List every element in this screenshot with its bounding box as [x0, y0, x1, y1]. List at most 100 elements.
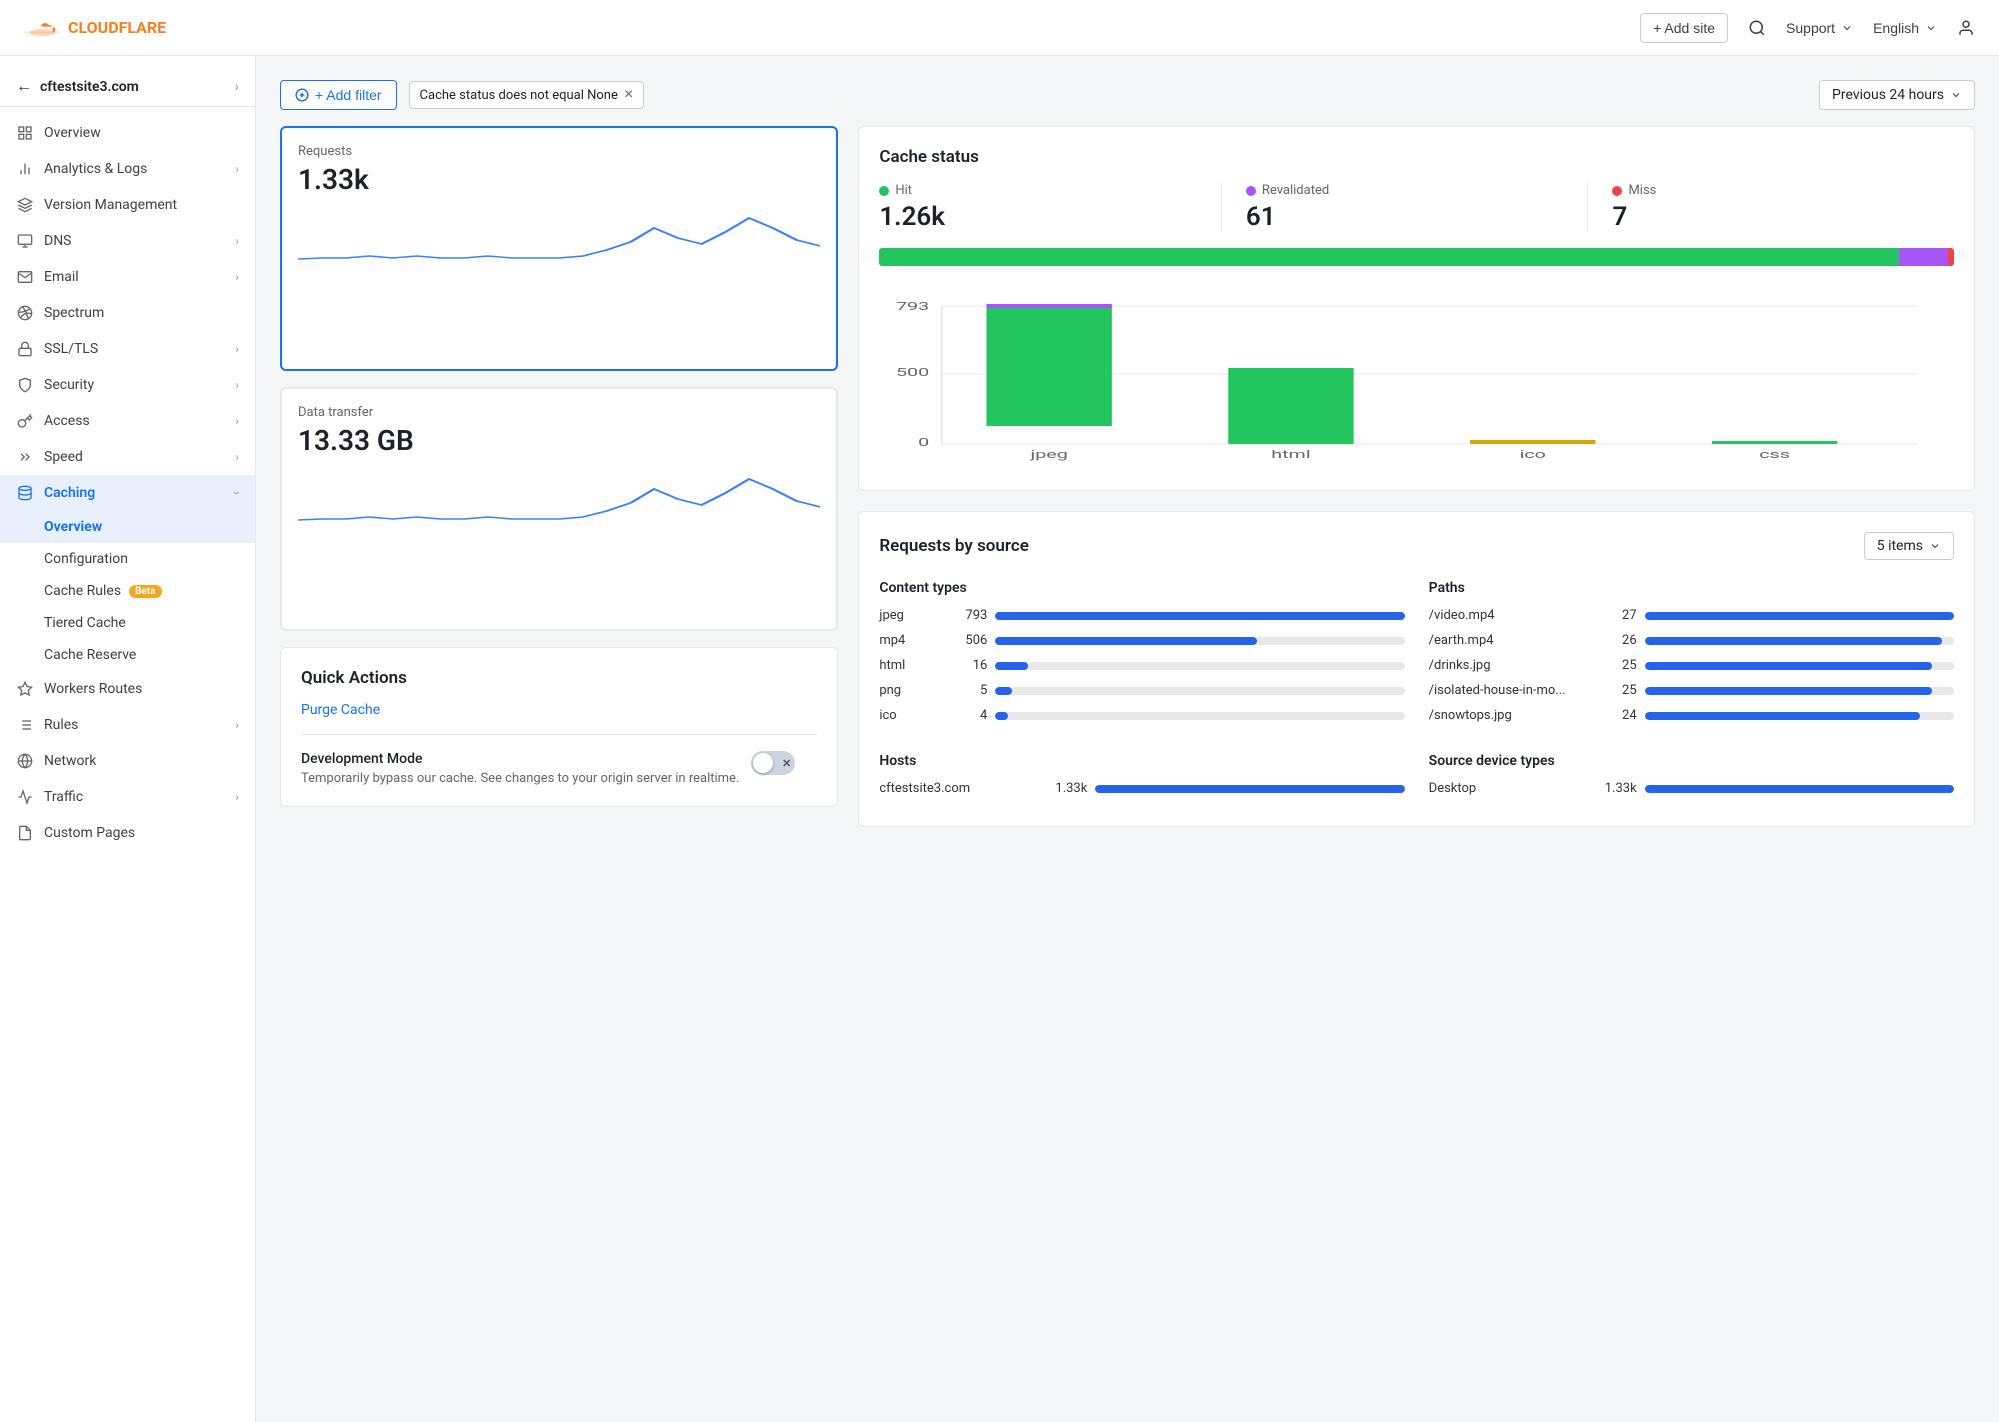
language-button[interactable]: English [1873, 20, 1937, 36]
sidebar-item-overview[interactable]: Overview [0, 115, 255, 151]
left-panel: Requests 1.33k Data transfer 13.33 GB [280, 126, 838, 827]
sidebar-item-speed[interactable]: Speed › [0, 439, 255, 475]
paths-title: Paths [1429, 580, 1954, 596]
purge-cache-link[interactable]: Purge Cache [301, 702, 817, 718]
sidebar-item-analytics[interactable]: Analytics & Logs › [0, 151, 255, 187]
transfer-value: 13.33 GB [298, 424, 820, 457]
chevron-down-icon: › [235, 378, 239, 392]
source-bar-bg [1645, 687, 1954, 695]
source-row: png 5 [879, 683, 1404, 698]
add-filter-button[interactable]: + Add filter [280, 80, 397, 110]
sidebar-site: ← cftestsite3.com › [0, 68, 255, 107]
sidebar-item-workers-routes[interactable]: Workers Routes [0, 671, 255, 707]
revalidated-value: 61 [1246, 202, 1564, 232]
cache-stacked-bar [879, 248, 1954, 266]
sidebar-sub-item-caching-overview[interactable]: Overview [0, 511, 255, 543]
chevron-down-icon: › [235, 270, 239, 284]
source-bar-fill [995, 712, 1007, 720]
sidebar-item-network[interactable]: Network [0, 743, 255, 779]
network-icon [16, 752, 34, 770]
sidebar-item-ssl[interactable]: SSL/TLS › [0, 331, 255, 367]
source-bar-fill [1645, 712, 1920, 720]
pages-icon [16, 824, 34, 842]
remove-filter-button[interactable]: × [624, 87, 633, 103]
source-value: 16 [947, 658, 987, 673]
source-value: 1.33k [1047, 781, 1087, 796]
hosts-section: Hosts cftestsite3.com 1.33k [879, 753, 1404, 806]
sidebar-item-label: Speed [44, 449, 225, 465]
source-row: jpeg 793 [879, 608, 1404, 623]
cache-status-card: Cache status Hit 1.26k R [858, 126, 1975, 491]
cache-bar-chart: 793 500 0 jpeg [879, 296, 1954, 466]
toggle-off-label: ✕ [782, 757, 791, 770]
svg-text:ico: ico [1520, 448, 1546, 461]
sidebar-back-button[interactable]: ← [16, 78, 32, 96]
sidebar-sub-item-cache-reserve[interactable]: Cache Reserve [0, 639, 255, 671]
paths-section: Paths /video.mp4 27 /earth.mp4 26 [1429, 580, 1954, 733]
source-bar-fill [995, 637, 1257, 645]
support-button[interactable]: Support [1786, 20, 1853, 36]
chevron-down-icon: › [235, 162, 239, 176]
right-panel: Cache status Hit 1.26k R [858, 126, 1975, 827]
time-picker[interactable]: Previous 24 hours [1819, 80, 1975, 110]
source-card-title: Requests by source [879, 536, 1029, 556]
user-button[interactable] [1957, 19, 1975, 37]
sidebar-item-label: Email [44, 269, 225, 285]
top-bar: + Add filter Cache status does not equal… [280, 80, 1975, 110]
data-transfer-card: Data transfer 13.33 GB [280, 387, 838, 632]
source-label: mp4 [879, 633, 939, 648]
source-bar-fill [1645, 687, 1933, 695]
sidebar-sub-item-configuration[interactable]: Configuration [0, 543, 255, 575]
sidebar-item-caching[interactable]: Caching › [0, 475, 255, 511]
sidebar-item-version[interactable]: Version Management [0, 187, 255, 223]
chevron-down-icon: › [235, 234, 239, 248]
source-row: /drinks.jpg 25 [1429, 658, 1954, 673]
sidebar-sub-item-tiered-cache[interactable]: Tiered Cache [0, 607, 255, 639]
sidebar-item-security[interactable]: Security › [0, 367, 255, 403]
svg-text:css: css [1760, 448, 1791, 461]
source-value: 4 [947, 708, 987, 723]
source-bar-bg [1645, 785, 1954, 793]
requests-label: Requests [298, 144, 820, 159]
topnav-actions: + Add site Support English [1640, 13, 1975, 43]
sidebar-item-traffic[interactable]: Traffic › [0, 779, 255, 815]
add-site-button[interactable]: + Add site [1640, 13, 1728, 43]
sidebar-item-label: Custom Pages [44, 825, 239, 841]
content-types-section: Content types jpeg 793 mp4 506 [879, 580, 1404, 733]
logo[interactable]: CLOUDFLARE [24, 16, 166, 40]
requests-value: 1.33k [298, 163, 820, 196]
sidebar-item-spectrum[interactable]: Spectrum [0, 295, 255, 331]
sidebar-item-email[interactable]: Email › [0, 259, 255, 295]
sidebar-sub-item-cache-rules[interactable]: Cache Rules Beta [0, 575, 255, 607]
source-device-title: Source device types [1429, 753, 1954, 769]
quick-actions-card: Quick Actions Purge Cache Development Mo… [280, 647, 838, 807]
source-row: html 16 [879, 658, 1404, 673]
chevron-down-icon: › [235, 342, 239, 356]
items-dropdown[interactable]: 5 items [1864, 532, 1954, 560]
cache-revalidated-metric: Revalidated 61 [1246, 183, 1589, 232]
sidebar-item-label: Version Management [44, 197, 239, 213]
source-row: /video.mp4 27 [1429, 608, 1954, 623]
source-value: 26 [1597, 633, 1637, 648]
source-row: Desktop 1.33k [1429, 781, 1954, 796]
caching-icon [16, 484, 34, 502]
sidebar-item-label: Overview [44, 125, 239, 141]
hit-value: 1.26k [879, 202, 1197, 232]
transfer-label: Data transfer [298, 405, 820, 420]
source-label: html [879, 658, 939, 673]
sidebar-item-custom-pages[interactable]: Custom Pages [0, 815, 255, 851]
source-label: /video.mp4 [1429, 608, 1589, 623]
traffic-icon [16, 788, 34, 806]
dev-mode-title: Development Mode [301, 751, 739, 767]
hit-dot [879, 186, 889, 196]
search-button[interactable] [1748, 19, 1766, 37]
miss-label: Miss [1612, 183, 1930, 198]
layers-icon [16, 196, 34, 214]
source-bar-fill [1645, 612, 1954, 620]
sidebar-item-access[interactable]: Access › [0, 403, 255, 439]
sidebar-item-rules[interactable]: Rules › [0, 707, 255, 743]
dev-mode-toggle[interactable]: ✕ [751, 751, 795, 775]
sidebar-item-dns[interactable]: DNS › [0, 223, 255, 259]
hit-label: Hit [879, 183, 1197, 198]
source-label: jpeg [879, 608, 939, 623]
